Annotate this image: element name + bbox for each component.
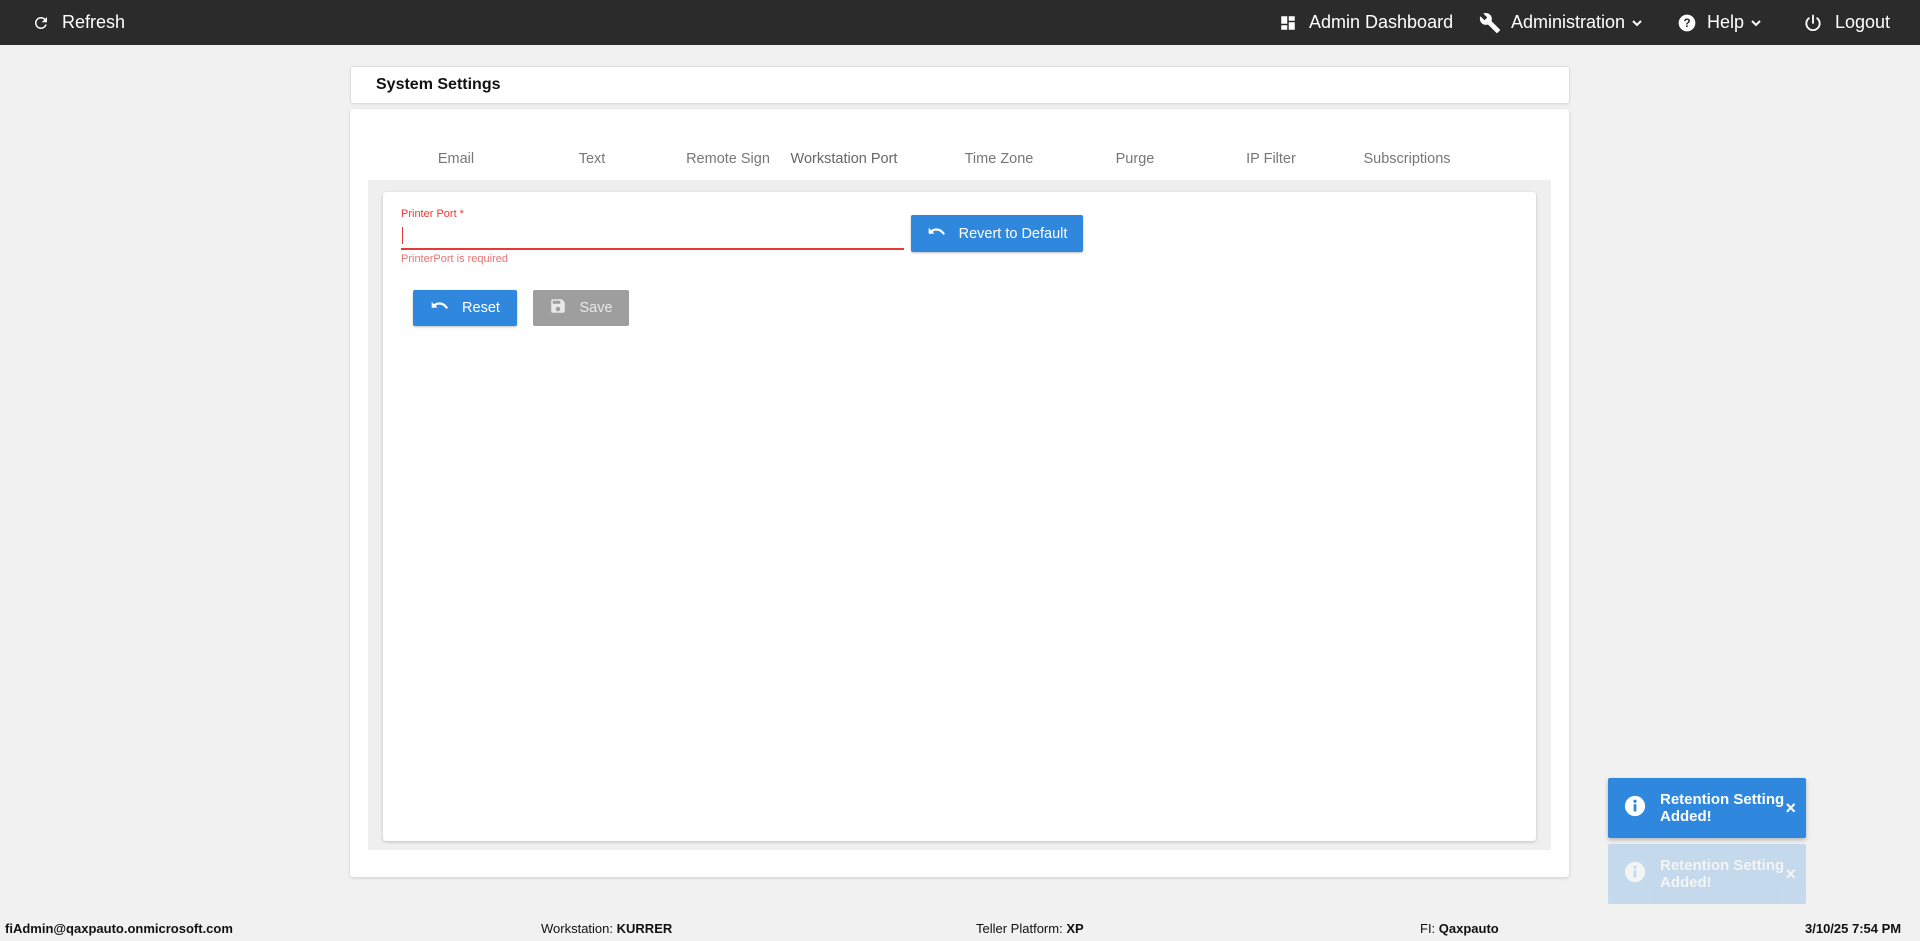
chevron-down-icon [1750, 17, 1762, 29]
top-navigation-bar: Refresh Admin Dashboard Administration ?… [0, 0, 1920, 45]
status-footer: fiAdmin@qaxpauto.onmicrosoft.com Worksta… [0, 915, 1920, 941]
wrench-icon [1479, 12, 1501, 34]
reset-label: Reset [462, 300, 500, 316]
refresh-label: Refresh [62, 12, 126, 32]
printer-port-label: Printer Port * [401, 208, 464, 220]
logout-label: Logout [1835, 12, 1891, 32]
reset-button[interactable]: Reset [413, 290, 517, 326]
logout-button[interactable]: Logout [1803, 0, 1890, 45]
workstation-value: KURRER [616, 921, 673, 936]
workstation-label: Workstation: [541, 921, 614, 936]
settings-card: Email Text Remote Sign Workstation Port … [350, 109, 1569, 877]
page-title-card: System Settings [350, 66, 1570, 104]
close-icon[interactable]: × [1785, 864, 1796, 885]
teller-platform-value: XP [1066, 921, 1084, 936]
info-icon [1624, 861, 1646, 887]
text-cursor [402, 227, 403, 244]
toast-message: Retention Setting Added! [1660, 857, 1785, 891]
undo-icon [927, 225, 947, 243]
toast-notification: Retention Setting Added! × [1608, 778, 1806, 838]
dashboard-icon [1279, 14, 1297, 32]
footer-datetime: 3/10/25 7:54 PM [1805, 921, 1902, 936]
help-label: Help [1707, 12, 1745, 32]
admin-dashboard-link[interactable]: Admin Dashboard [1279, 0, 1453, 45]
undo-icon [430, 299, 450, 317]
page-title: System Settings [376, 76, 501, 93]
refresh-icon [32, 14, 50, 32]
save-button[interactable]: Save [533, 290, 629, 326]
footer-workstation: Workstation: KURRER [541, 921, 672, 936]
printer-port-error: PrinterPort is required [401, 253, 508, 265]
info-icon [1624, 795, 1646, 821]
chevron-down-icon [1631, 17, 1643, 29]
footer-fi: FI: Qaxpauto [1420, 921, 1499, 936]
tab-content-area: Printer Port * PrinterPort is required R… [368, 180, 1551, 850]
teller-platform-label: Teller Platform: [976, 921, 1063, 936]
fi-value: Qaxpauto [1438, 921, 1499, 936]
administration-menu[interactable]: Administration [1479, 0, 1643, 45]
refresh-button[interactable]: Refresh [32, 0, 125, 45]
workstation-port-panel: Printer Port * PrinterPort is required R… [383, 192, 1536, 841]
printer-port-input[interactable] [401, 223, 904, 250]
save-label: Save [579, 300, 613, 316]
close-icon[interactable]: × [1785, 798, 1796, 819]
power-icon [1803, 13, 1823, 33]
help-menu[interactable]: ? Help [1677, 0, 1762, 45]
admin-dashboard-label: Admin Dashboard [1309, 12, 1454, 32]
svg-text:?: ? [1683, 17, 1690, 30]
revert-to-default-button[interactable]: Revert to Default [911, 215, 1083, 252]
toast-notification: Retention Setting Added! × [1608, 844, 1806, 904]
revert-label: Revert to Default [958, 225, 1068, 242]
footer-user: fiAdmin@qaxpauto.onmicrosoft.com [5, 921, 233, 936]
administration-label: Administration [1511, 12, 1626, 32]
fi-label: FI: [1420, 921, 1436, 936]
footer-teller-platform: Teller Platform: XP [976, 921, 1084, 936]
help-circle-icon: ? [1677, 13, 1697, 33]
toast-message: Retention Setting Added! [1660, 791, 1785, 825]
floppy-icon [549, 297, 567, 319]
